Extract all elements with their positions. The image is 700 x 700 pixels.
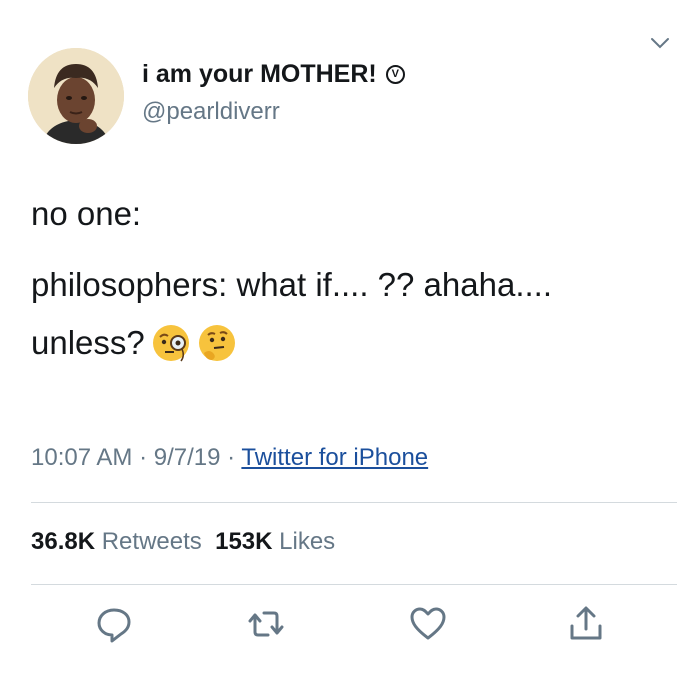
retweet-icon[interactable] [246, 604, 286, 644]
like-icon[interactable] [408, 604, 448, 644]
tweet-text-line-2: philosophers: what if.... ?? ahaha.... [31, 266, 552, 303]
retweets-label: Retweets [101, 528, 202, 555]
avatar[interactable] [28, 48, 124, 144]
tweet-stats: 36.8K Retweets 153K Likes [31, 528, 335, 556]
likes-count: 153K [215, 528, 273, 555]
retweets-stat[interactable]: 36.8K Retweets [31, 528, 202, 555]
divider [31, 584, 677, 585]
divider [31, 502, 677, 503]
reply-icon[interactable] [94, 604, 134, 644]
chevron-down-icon[interactable] [650, 36, 670, 50]
thinking-face-icon [198, 325, 235, 361]
user-handle[interactable]: @pearldiverr [142, 98, 280, 126]
tweet-source-link[interactable]: Twitter for iPhone [241, 444, 428, 471]
separator: · [227, 444, 236, 471]
face-with-monocle-icon [152, 325, 189, 362]
retweets-count: 36.8K [31, 528, 96, 555]
tweet-text-line-1: no one: [31, 195, 142, 232]
tweet-text-line-3: unless? [31, 323, 237, 363]
verified-badge-icon: V [385, 65, 405, 84]
likes-stat[interactable]: 153K Likes [215, 528, 335, 555]
tweet-date: 9/7/19 [153, 444, 221, 471]
display-name: i am your MOTHER! [142, 60, 377, 88]
tweet-meta: 10:07 AM · 9/7/19 · Twitter for iPhone [31, 444, 428, 472]
action-bar [0, 604, 700, 648]
tweet-time: 10:07 AM [31, 444, 133, 471]
share-icon[interactable] [566, 604, 606, 644]
avatar-image [28, 48, 124, 144]
tweet-text-unless: unless? [31, 324, 145, 361]
display-name-row[interactable]: i am your MOTHER! V [142, 60, 405, 89]
separator: · [139, 444, 148, 471]
likes-label: Likes [279, 528, 336, 555]
